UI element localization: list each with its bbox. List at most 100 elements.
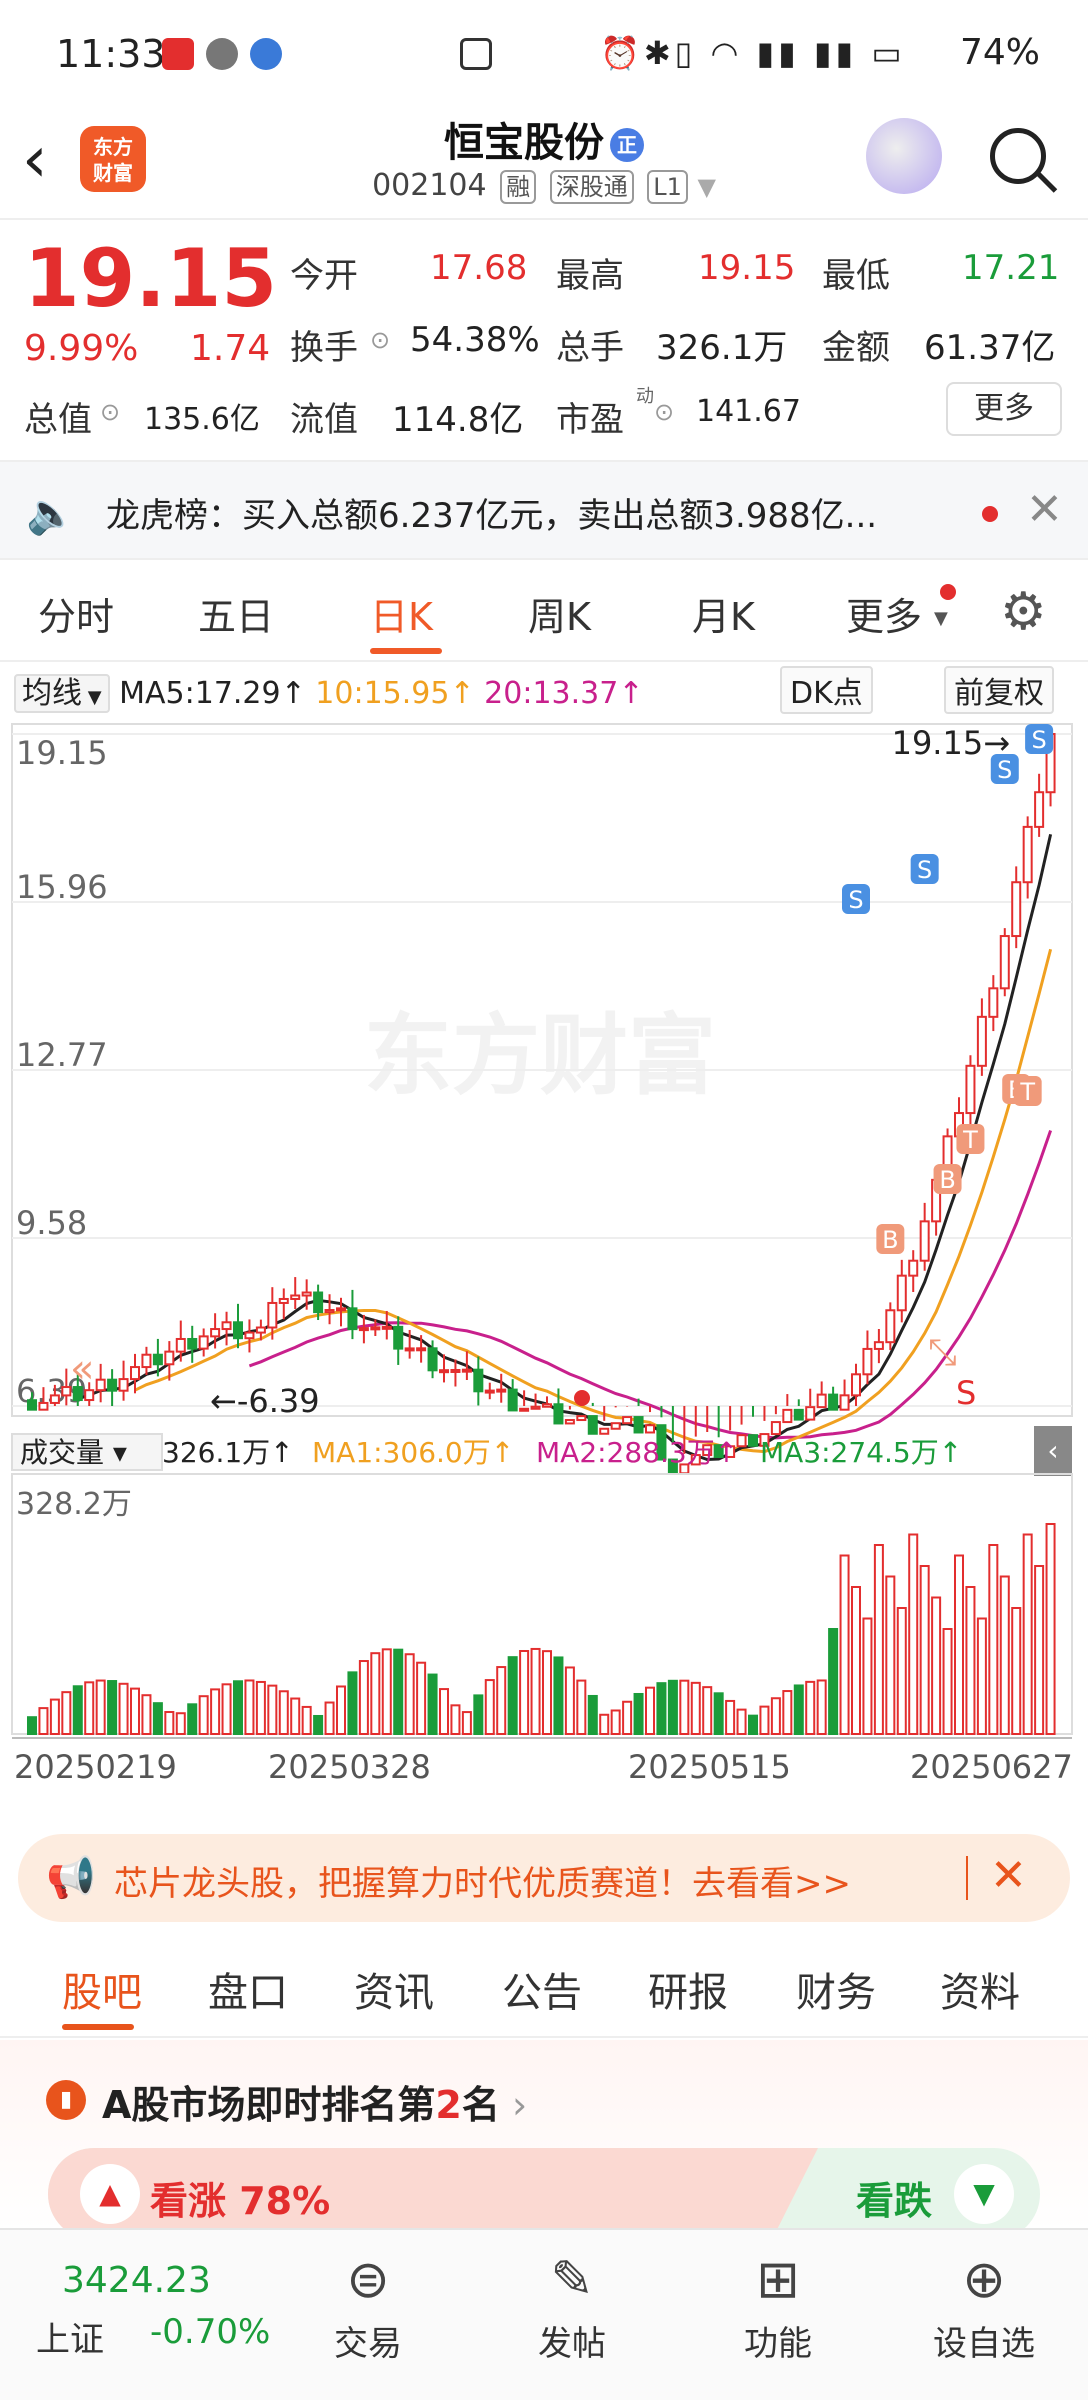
more-button[interactable]: 更多 xyxy=(946,382,1062,436)
candle-body xyxy=(335,1307,347,1312)
volume-bar xyxy=(118,1682,129,1736)
index-ticker[interactable]: 3424.23 上证 -0.70% xyxy=(0,2230,290,2400)
info-icon[interactable]: ⊙ xyxy=(100,398,120,426)
tab-news[interactable]: 资讯 xyxy=(354,1960,434,2018)
post-icon: ✎ xyxy=(550,2250,594,2310)
volume-bar xyxy=(164,1711,175,1735)
info-icon[interactable]: ⊙ xyxy=(654,398,674,426)
amount-value: 61.37亿 xyxy=(924,328,1056,368)
volume-bar xyxy=(519,1649,530,1735)
rank-number: 2 xyxy=(435,2083,462,2127)
volume-bar xyxy=(564,1666,575,1736)
tab-profile[interactable]: 资料 xyxy=(940,1960,1020,2018)
volume-bar xyxy=(95,1679,106,1735)
tab-intraday[interactable]: 分时 xyxy=(38,586,114,641)
open-label: 今开 xyxy=(290,256,358,296)
app-notification-icon xyxy=(162,38,194,70)
volume-bar xyxy=(1045,1523,1056,1735)
volume-bar xyxy=(324,1701,335,1736)
tab-5day[interactable]: 五日 xyxy=(198,586,274,641)
candle-body xyxy=(770,1421,781,1436)
volume-bar xyxy=(965,1586,976,1735)
candle-body xyxy=(175,1337,186,1353)
promo-banner[interactable]: 📢 芯片龙头股，把握算力时代优质赛道！去看看>> ✕ xyxy=(18,1834,1070,1922)
candle-body xyxy=(988,987,999,1018)
volume-value: 326.1万 xyxy=(656,328,788,368)
nav-post[interactable]: ✎ 发帖 xyxy=(502,2244,642,2365)
low-price-label: ←-6.39 xyxy=(210,1382,320,1420)
candle-body xyxy=(473,1368,484,1393)
kline-svg[interactable]: 东方财富19.1515.9612.779.586.3919.15→←-6.39S… xyxy=(0,664,1088,1824)
tab-finance[interactable]: 财务 xyxy=(796,1960,876,2018)
active-tab-indicator xyxy=(62,2024,134,2030)
volume-bar xyxy=(667,1679,678,1735)
rank-suffix: 名 xyxy=(461,2083,500,2127)
divider xyxy=(966,1856,968,1900)
candle-body xyxy=(129,1366,141,1381)
candle-body xyxy=(816,1393,827,1409)
low-label: 最低 xyxy=(822,256,890,296)
kline-chart[interactable]: 均线 ▼ MA5:17.29↑ 10:15.95↑ 20:13.37↑ DK点 … xyxy=(0,664,1088,1824)
tag-margin: 融 xyxy=(500,170,537,204)
candle-body xyxy=(644,1424,656,1434)
info-icon[interactable]: ⊙ xyxy=(370,326,390,354)
x-tick-label: 20250627 xyxy=(910,1748,1073,1786)
nav-function[interactable]: ⊞ 功能 xyxy=(708,2244,848,2365)
volume-bar xyxy=(622,1700,633,1736)
volume-bar xyxy=(885,1575,896,1735)
search-icon[interactable] xyxy=(990,128,1046,184)
volume-bar xyxy=(129,1687,141,1736)
float-cap-label: 流值 xyxy=(290,400,358,440)
volume-bar xyxy=(313,1714,324,1736)
rank-text[interactable]: A股市场即时排名第2名 › xyxy=(102,2074,527,2129)
volume-bar xyxy=(461,1711,472,1735)
vote-down-button[interactable]: ▼ xyxy=(954,2164,1014,2224)
volume-bar xyxy=(38,1707,49,1736)
volume-bar xyxy=(335,1685,347,1736)
volume-bar xyxy=(484,1679,495,1735)
tab-research[interactable]: 研报 xyxy=(648,1960,728,2018)
volume-bar xyxy=(244,1679,255,1736)
tab-weekly-k[interactable]: 周K xyxy=(528,586,591,641)
status-time: 11:33 xyxy=(56,32,166,76)
close-icon[interactable]: ✕ xyxy=(1026,484,1063,535)
tab-more[interactable]: 更多 xyxy=(846,586,922,641)
assistant-avatar[interactable] xyxy=(866,118,942,194)
nav-add-watchlist[interactable]: ⊕ 设自选 xyxy=(914,2244,1054,2365)
lhb-bar[interactable]: 🔈 龙虎榜：买入总额6.237亿元，卖出总额3.988亿... ✕ xyxy=(0,460,1088,560)
candle-body xyxy=(599,1427,610,1435)
nav-label: 发帖 xyxy=(538,2324,606,2364)
low-value: 17.21 xyxy=(962,248,1060,288)
volume-bar xyxy=(267,1684,278,1735)
tab-pankou[interactable]: 盘口 xyxy=(208,1960,288,2018)
volume-bar xyxy=(896,1607,907,1735)
candle-body xyxy=(95,1378,106,1392)
candle-body xyxy=(290,1294,301,1300)
candle-body xyxy=(324,1309,335,1314)
y-tick-label: 12.77 xyxy=(16,1036,108,1074)
volume-bar xyxy=(587,1694,598,1735)
volume-bar xyxy=(278,1690,289,1735)
candle-body xyxy=(232,1321,244,1340)
volume-bar xyxy=(84,1681,95,1736)
candle-body xyxy=(828,1393,839,1411)
tab-announcements[interactable]: 公告 xyxy=(502,1960,582,2018)
gear-icon[interactable]: ⚙ xyxy=(1000,582,1047,642)
candle-body xyxy=(541,1403,553,1408)
volume-bar xyxy=(999,1575,1010,1735)
volume-bar xyxy=(152,1702,163,1735)
active-tab-indicator xyxy=(370,648,442,654)
candle-body xyxy=(107,1378,118,1392)
close-icon[interactable]: ✕ xyxy=(990,1850,1027,1901)
volume-bar xyxy=(713,1692,724,1735)
vote-up-button[interactable]: ▲ xyxy=(80,2164,140,2224)
tab-daily-k[interactable]: 日K xyxy=(370,586,433,641)
candle-body xyxy=(805,1406,816,1421)
tab-guba[interactable]: 股吧 xyxy=(62,1960,142,2018)
candle-body xyxy=(965,1064,976,1115)
candle-body xyxy=(576,1415,587,1422)
candle-body xyxy=(416,1347,427,1352)
nav-trade[interactable]: ⊜ 交易 xyxy=(298,2244,438,2365)
nav-label: 设自选 xyxy=(933,2324,1035,2364)
tab-monthly-k[interactable]: 月K xyxy=(692,586,755,641)
